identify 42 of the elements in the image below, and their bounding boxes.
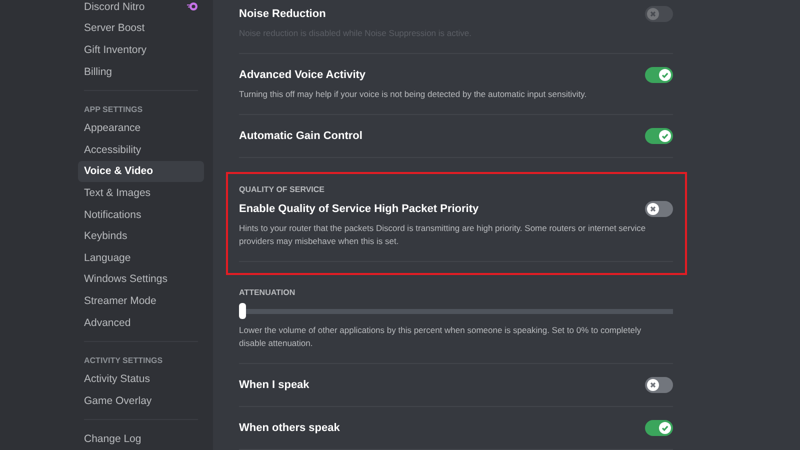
sidebar-item[interactable]: Accessibility [78, 138, 204, 161]
setting-title: When I speak [239, 378, 310, 390]
sidebar-item[interactable]: Discord Nitro [78, 0, 204, 18]
setting-description: Lower the volume of other applications by this percent when someone is speaking. Set to 0% to completely disable attenuation. [239, 324, 642, 350]
toggle-switch[interactable] [645, 420, 673, 436]
sidebar-item[interactable]: Activity Status [78, 368, 204, 390]
sidebar-item[interactable]: Advanced [78, 312, 204, 334]
sidebar-header: ACTIVITY SETTINGS [83, 355, 164, 368]
sidebar-item[interactable]: Billing [78, 60, 204, 82]
toggle-knob [647, 8, 659, 20]
toggle-switch[interactable] [645, 200, 673, 216]
toggle-knob [659, 422, 671, 434]
setting-title: Advanced Voice Activity [239, 68, 366, 80]
sidebar-item[interactable]: Keybinds [78, 225, 204, 247]
sidebar-item[interactable]: Language [78, 246, 204, 269]
sidebar-item[interactable]: Change Log [78, 428, 204, 450]
sidebar-item[interactable]: Voice & Video [78, 160, 204, 182]
setting-description: Hints to your router that the packets Discord is transmitting are high priority. Some routers or internet service providers may misbehave when this is set. [239, 222, 647, 248]
sidebar-item[interactable]: Text & Images [78, 182, 204, 204]
setting-description: Turning this off may help if your voice is not being detected by the automatic input sensitivity. [239, 88, 588, 101]
toggle-switch[interactable] [645, 376, 673, 392]
sidebar-header: APP SETTINGS [83, 104, 144, 116]
toggle-knob [659, 130, 671, 142]
section-header: QUALITY OF SERVICE [239, 185, 326, 194]
sidebar-item[interactable]: Notifications [78, 204, 204, 226]
setting-title: Noise Reduction [239, 8, 326, 20]
setting-title: When others speak [239, 422, 340, 434]
section-header: ATTENUATION [239, 288, 296, 297]
setting-title: Enable Quality of Service High Packet Priority [239, 202, 479, 214]
sidebar-item[interactable]: Appearance [78, 117, 204, 139]
toggle-knob [659, 68, 671, 80]
sidebar-item[interactable]: Gift Inventory [78, 39, 204, 61]
sidebar-item[interactable]: Windows Settings [78, 268, 204, 290]
sidebar-item[interactable]: Streamer Mode [78, 290, 204, 312]
setting-title: Automatic Gain Control [239, 130, 362, 142]
slider-handle[interactable] [239, 303, 246, 319]
toggle-knob [647, 202, 659, 214]
toggle-switch[interactable] [645, 66, 673, 82]
sidebar-item[interactable]: Game Overlay [78, 390, 204, 412]
toggle-switch[interactable] [645, 128, 673, 144]
toggle-knob [647, 378, 659, 390]
sidebar-item[interactable]: Server Boost [78, 18, 204, 40]
